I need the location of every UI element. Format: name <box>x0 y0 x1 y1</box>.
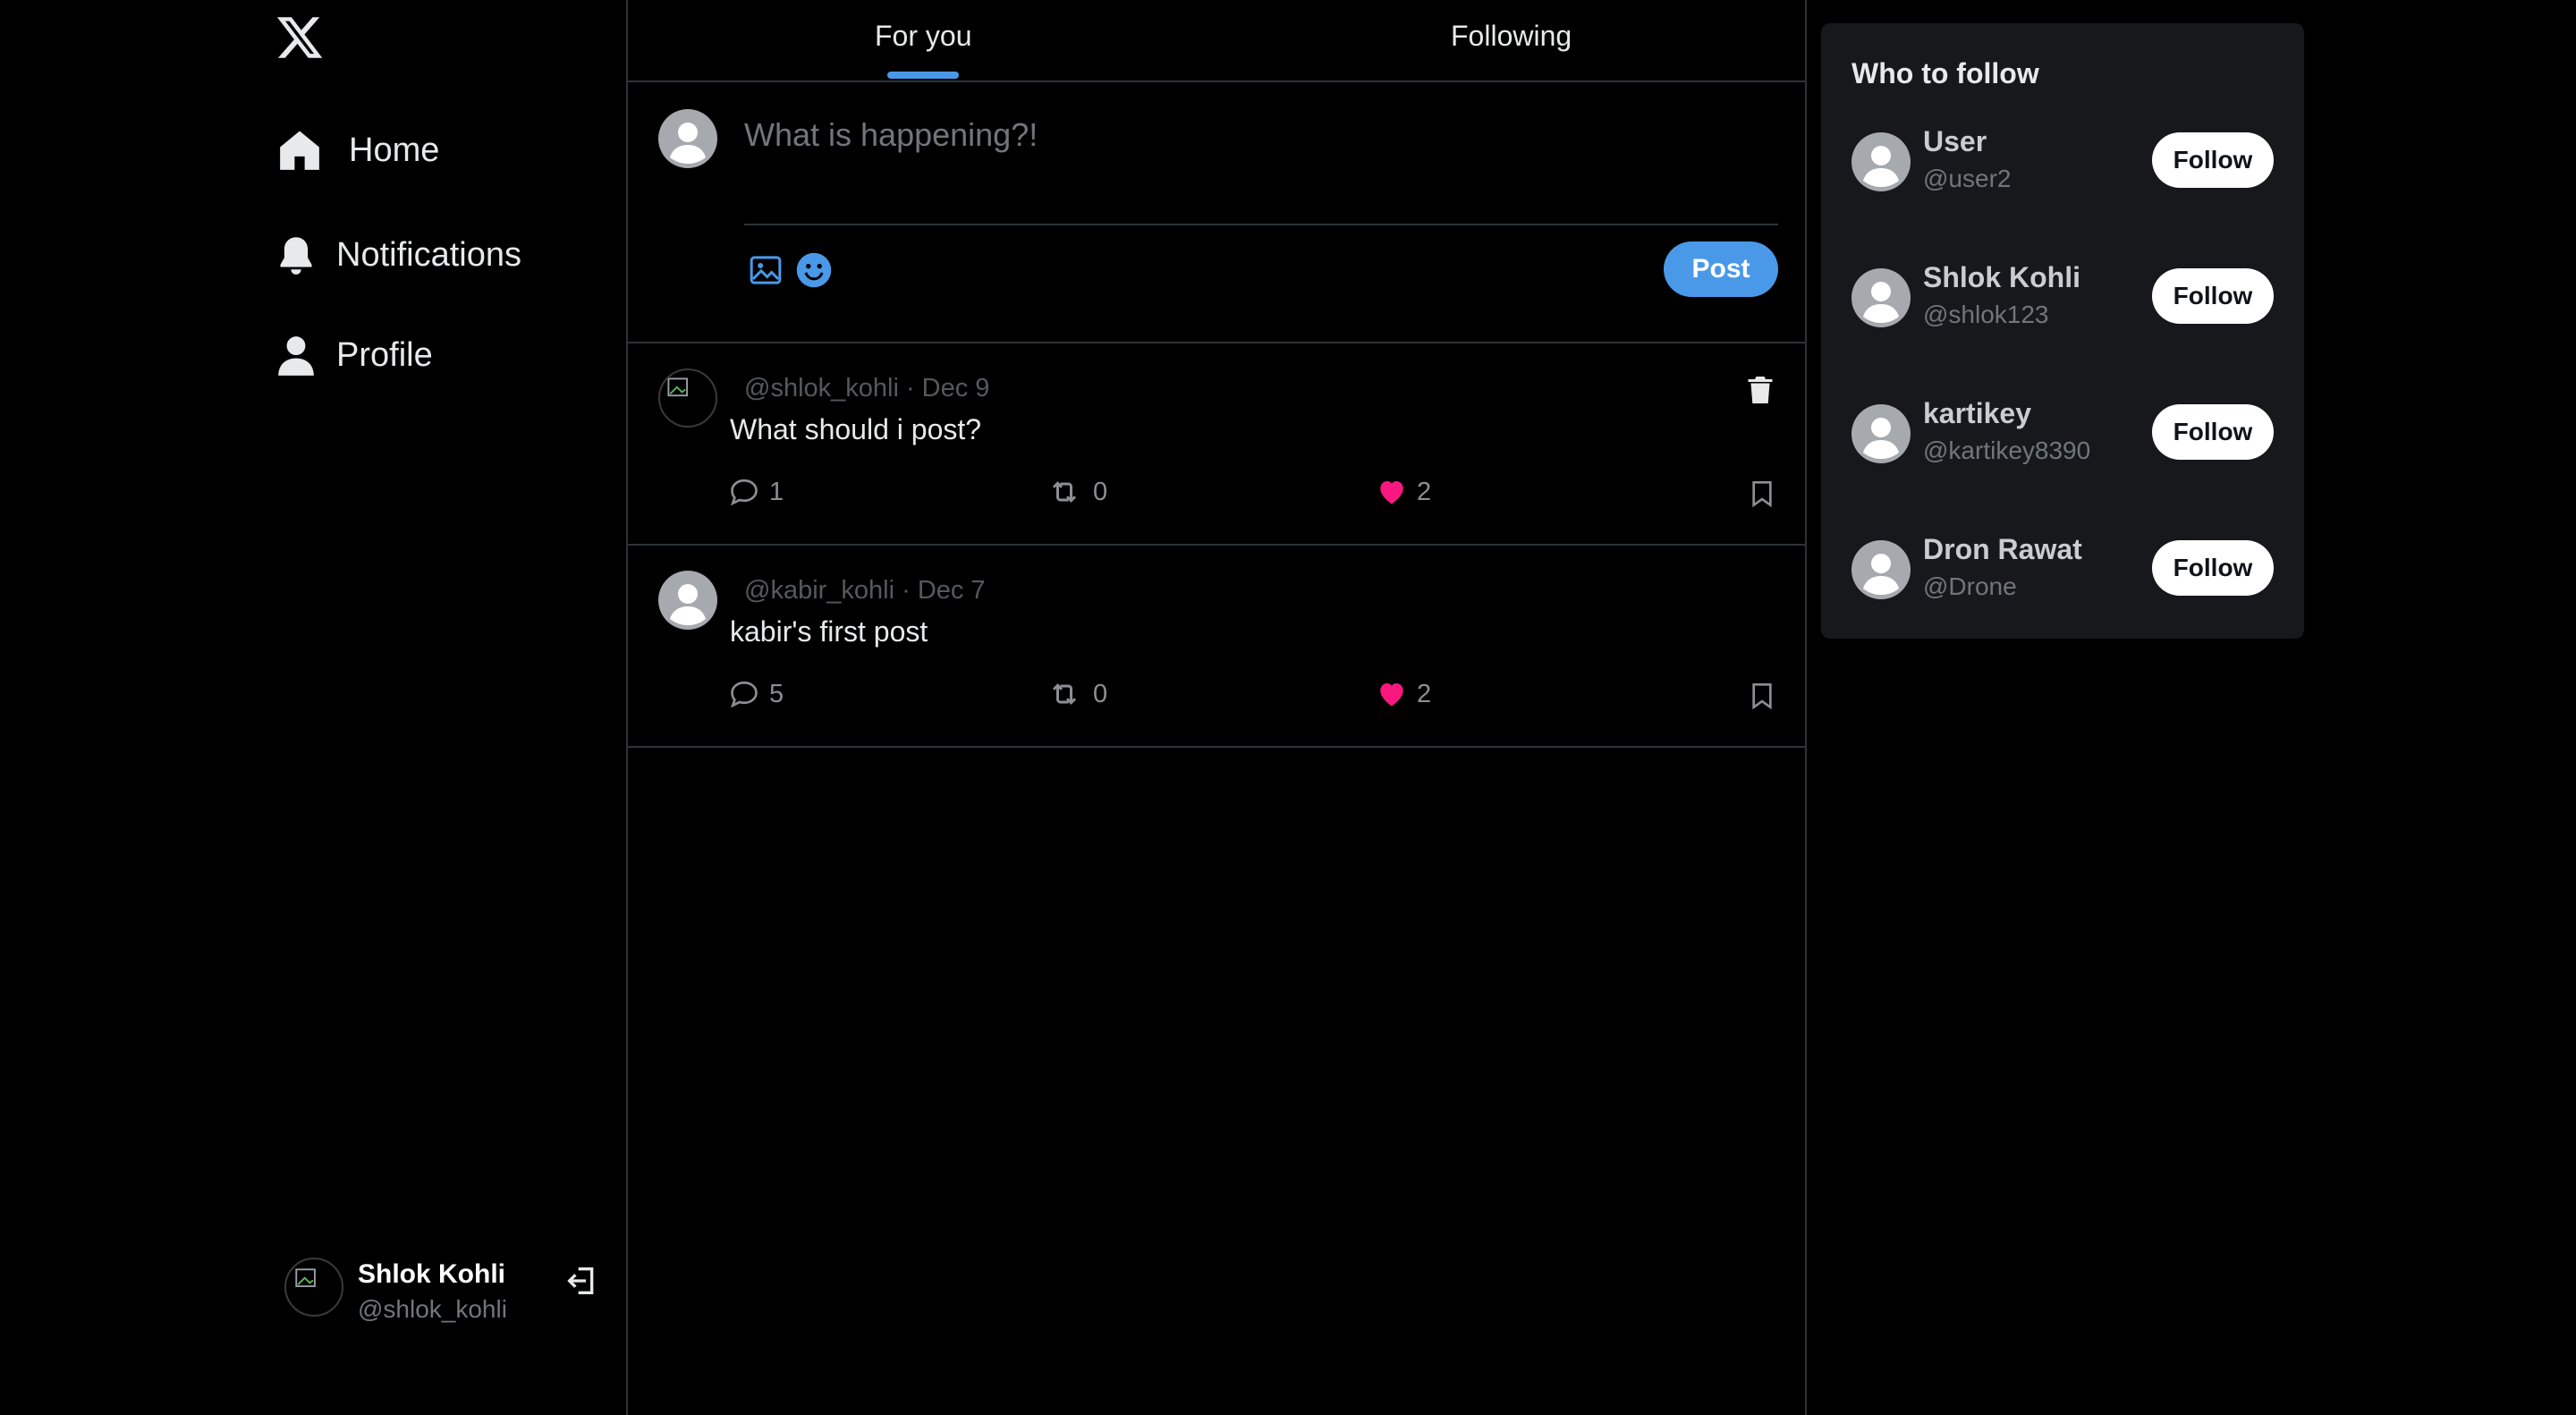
tab-following[interactable]: Following <box>1216 0 1805 80</box>
nav-label-notifications: Notifications <box>336 235 521 274</box>
follow-button[interactable]: Follow <box>2152 404 2274 460</box>
post-meta: @kabir_kohli · Dec 7 <box>744 576 986 605</box>
repost-count: 0 <box>1093 477 1108 506</box>
tab-for-you[interactable]: For you <box>628 0 1216 80</box>
nav-item-profile[interactable]: Profile <box>274 333 433 377</box>
heart-icon <box>1380 683 1403 707</box>
suggestion-item[interactable]: kartikey @kartikey8390 Follow <box>1821 397 2304 512</box>
compose-input[interactable]: What is happening?! <box>744 116 1639 179</box>
suggestion-handle: @Drone <box>1923 572 2017 600</box>
suggestion-avatar <box>1852 268 1911 327</box>
post-item[interactable]: @kabir_kohli · Dec 7 kabir's first post … <box>628 546 1805 748</box>
like-button[interactable]: 2 <box>1376 678 1431 710</box>
reply-count: 5 <box>769 679 784 708</box>
post-avatar[interactable] <box>658 369 717 428</box>
tab-following-label: Following <box>1451 20 1572 52</box>
logout-icon[interactable] <box>564 1263 599 1299</box>
repost-button[interactable]: 0 <box>1048 476 1107 508</box>
post-text: kabir's first post <box>730 615 928 648</box>
account-switcher[interactable]: Shlok Kohli @shlok_kohli <box>284 1256 606 1323</box>
account-name: Shlok Kohli <box>358 1259 505 1289</box>
follow-button[interactable]: Follow <box>2152 540 2274 596</box>
bookmark-icon[interactable] <box>1748 478 1776 510</box>
person-icon <box>274 333 318 377</box>
x-logo-icon[interactable] <box>274 13 326 63</box>
follow-button[interactable]: Follow <box>2152 132 2274 188</box>
who-to-follow-title: Who to follow <box>1852 57 2039 89</box>
reply-icon <box>730 681 758 708</box>
suggestion-avatar <box>1852 540 1911 599</box>
suggestion-name: User <box>1923 125 1987 157</box>
suggestion-avatar <box>1852 404 1911 463</box>
feed-tabs: For you Following <box>628 0 1805 82</box>
repost-button[interactable]: 0 <box>1048 678 1107 710</box>
heart-icon <box>1380 481 1403 504</box>
post-avatar[interactable] <box>658 571 717 630</box>
like-button[interactable]: 2 <box>1376 476 1431 508</box>
suggestion-handle: @kartikey8390 <box>1923 436 2091 464</box>
account-handle: @shlok_kohli <box>358 1295 507 1323</box>
suggestion-item[interactable]: Dron Rawat @Drone Follow <box>1821 533 2304 648</box>
reply-button[interactable]: 1 <box>728 476 784 508</box>
main-feed: For you Following What is happening?! Po… <box>628 0 1807 1415</box>
emoji-icon[interactable] <box>794 250 834 290</box>
suggestion-item[interactable]: User @user2 Follow <box>1821 125 2304 240</box>
reply-count: 1 <box>769 477 784 506</box>
post-button[interactable]: Post <box>1664 241 1778 297</box>
post-meta: @shlok_kohli · Dec 9 <box>744 374 990 402</box>
post-item[interactable]: @shlok_kohli · Dec 9 What should i post?… <box>628 343 1805 546</box>
reply-button[interactable]: 5 <box>728 678 784 710</box>
bookmark-icon[interactable] <box>1748 680 1776 712</box>
composer-divider <box>744 224 1778 225</box>
image-icon[interactable] <box>748 252 784 288</box>
account-avatar <box>284 1258 343 1317</box>
nav-label-home: Home <box>349 131 440 169</box>
left-sidebar: Home Notifications Profile Shlok Kohli @… <box>0 0 628 1415</box>
who-to-follow-panel: Who to follow User @user2 Follow Shlok K… <box>1821 23 2304 639</box>
suggestion-name: Dron Rawat <box>1923 533 2082 565</box>
reply-icon <box>730 479 758 506</box>
bell-icon <box>274 233 318 277</box>
nav-label-profile: Profile <box>336 335 433 374</box>
suggestion-handle: @user2 <box>1923 165 2012 192</box>
like-count: 2 <box>1417 477 1432 506</box>
trash-icon[interactable] <box>1744 372 1776 408</box>
suggestion-name: kartikey <box>1923 397 2031 429</box>
tab-for-you-label: For you <box>875 20 972 52</box>
suggestion-handle: @shlok123 <box>1923 301 2049 328</box>
suggestion-avatar <box>1852 132 1911 191</box>
repost-icon <box>1052 683 1077 705</box>
follow-button[interactable]: Follow <box>2152 268 2274 324</box>
post-composer: What is happening?! Post <box>628 82 1805 343</box>
home-icon <box>277 128 322 173</box>
suggestion-item[interactable]: Shlok Kohli @shlok123 Follow <box>1821 261 2304 376</box>
nav-item-home[interactable]: Home <box>277 128 439 173</box>
repost-icon <box>1052 481 1077 503</box>
suggestion-name: Shlok Kohli <box>1923 261 2080 293</box>
nav-item-notifications[interactable]: Notifications <box>274 233 521 277</box>
post-text: What should i post? <box>730 413 982 445</box>
active-tab-indicator <box>887 72 959 79</box>
like-count: 2 <box>1417 679 1432 708</box>
repost-count: 0 <box>1093 679 1108 708</box>
composer-avatar <box>658 109 717 168</box>
